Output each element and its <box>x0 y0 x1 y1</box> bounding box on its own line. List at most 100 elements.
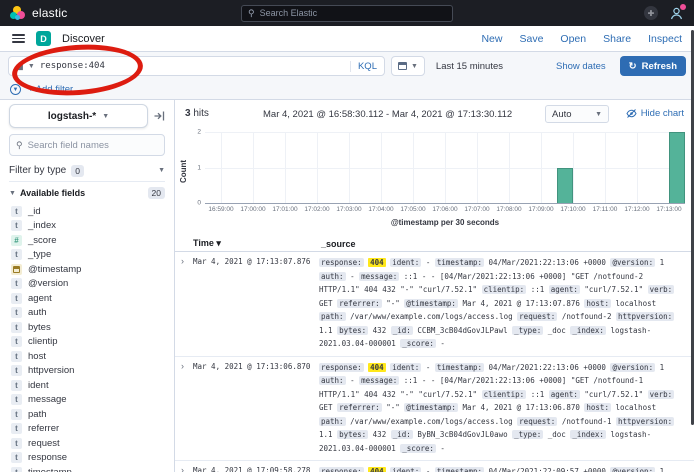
field-item-request[interactable]: trequest <box>9 436 165 451</box>
source-value: - <box>350 376 355 385</box>
source-field-badge: agent: <box>549 390 580 399</box>
collapse-sidebar-icon[interactable] <box>153 110 165 122</box>
field-item-agent[interactable]: tagent <box>9 291 165 306</box>
x-tick-label: 17:00:00 <box>240 206 265 213</box>
field-item-auth[interactable]: tauth <box>9 306 165 321</box>
field-search-box[interactable]: ⚲ <box>9 134 165 156</box>
string-field-icon: t <box>11 206 22 217</box>
nav-action-open[interactable]: Open <box>560 33 586 45</box>
user-avatar[interactable] <box>669 6 684 21</box>
breadcrumb: Discover <box>62 33 105 45</box>
source-field-badge: ident: <box>390 467 421 472</box>
source-value: localhost <box>615 299 656 308</box>
row-source: response: 404 ident: - timestamp: 04/Mar… <box>319 361 686 456</box>
source-value: localhost <box>615 403 656 412</box>
x-tick-label: 17:03:00 <box>336 206 361 213</box>
time-range-label[interactable]: Last 15 minutes <box>431 61 508 72</box>
field-item-message[interactable]: tmessage <box>9 393 165 408</box>
row-expand-icon[interactable]: › <box>181 256 193 351</box>
source-field-badge: path: <box>319 417 346 426</box>
source-value: - <box>440 339 445 348</box>
y-tick-label: 1 <box>197 164 201 171</box>
chevron-down-icon[interactable]: ▼ <box>28 63 35 70</box>
field-name: response <box>28 452 67 463</box>
header-actions: ✛ <box>644 6 684 21</box>
search-icon: ⚲ <box>248 9 255 18</box>
saved-query-icon[interactable]: ◢ <box>16 61 23 72</box>
source-field-badge: _type: <box>512 326 543 335</box>
field-item-bytes[interactable]: tbytes <box>9 320 165 335</box>
gridline-horizontal <box>205 132 685 133</box>
field-item-path[interactable]: tpath <box>9 407 165 422</box>
field-item-httpversion[interactable]: thttpversion <box>9 364 165 379</box>
query-input-box[interactable]: ◢ ▼ KQL <box>8 56 385 76</box>
interval-select[interactable]: Auto ▼ <box>545 105 609 123</box>
elastic-logo-icon[interactable] <box>10 6 25 21</box>
available-fields-header[interactable]: ▼ Available fields 20 <box>9 187 165 199</box>
field-search-input[interactable] <box>28 140 160 151</box>
source-value: Mar 4, 2021 @ 17:13:07.876 <box>462 299 579 308</box>
filter-bar: ▼ + Add filter <box>0 80 694 100</box>
row-expand-icon[interactable]: › <box>181 465 193 472</box>
x-tick-label: 17:09:00 <box>528 206 553 213</box>
field-item-clientip[interactable]: tclientip <box>9 335 165 350</box>
field-item-_type[interactable]: t_type <box>9 248 165 263</box>
field-item-host[interactable]: thost <box>9 349 165 364</box>
column-header-time[interactable]: Time ▾ <box>193 238 311 249</box>
refresh-button[interactable]: ↻ Refresh <box>620 56 686 76</box>
help-icon[interactable]: ✛ <box>644 6 658 20</box>
source-field-badge: _index: <box>570 430 606 439</box>
source-field-badge: @timestamp: <box>404 403 458 412</box>
field-item-_score[interactable]: #_score <box>9 233 165 248</box>
menu-icon[interactable] <box>12 34 25 43</box>
hide-chart-link[interactable]: Hide chart <box>626 108 684 119</box>
show-dates-link[interactable]: Show dates <box>556 61 606 72</box>
nav-action-share[interactable]: Share <box>603 33 631 45</box>
histogram-bar[interactable] <box>557 168 573 204</box>
field-item-referrer[interactable]: treferrer <box>9 422 165 437</box>
x-tick-label: 17:10:00 <box>560 206 585 213</box>
field-item-response[interactable]: tresponse <box>9 451 165 466</box>
global-search-input[interactable] <box>260 8 446 18</box>
source-field-badge: response: <box>319 467 364 472</box>
nav-action-new[interactable]: New <box>481 33 502 45</box>
field-item-timestamp[interactable]: @timestamp <box>9 262 165 277</box>
table-row: ›Mar 4, 2021 @ 17:13:07.876response: 404… <box>175 252 694 357</box>
documents-table: Time ▾ _source › Mar 4, 2021 @ 17:13:07.8… <box>175 236 694 472</box>
source-value: 1.1 <box>319 430 333 439</box>
string-field-icon: t <box>11 336 22 347</box>
source-field-badge: _index: <box>570 326 606 335</box>
row-time: Mar 4, 2021 @ 17:13:06.870 <box>193 361 311 456</box>
source-field-badge: httpversion: <box>616 417 674 426</box>
source-field-badge: bytes: <box>337 326 368 335</box>
x-axis-title: @timestamp per 30 seconds <box>205 218 685 227</box>
row-expand-icon[interactable]: › <box>181 361 193 456</box>
global-search[interactable]: ⚲ <box>241 5 453 22</box>
date-picker-button[interactable]: ▼ <box>391 56 425 76</box>
column-header-source[interactable]: _source <box>321 239 356 249</box>
field-item-_id[interactable]: t_id <box>9 204 165 219</box>
filter-by-type-row[interactable]: Filter by type 0 ▼ <box>9 160 165 182</box>
source-field-badge: clientip: <box>482 390 527 399</box>
field-item-_index[interactable]: t_index <box>9 219 165 234</box>
x-tick-label: 17:04:00 <box>368 206 393 213</box>
filter-options-icon[interactable]: ▼ <box>10 84 21 95</box>
source-value: 1 <box>660 467 665 472</box>
index-pattern-row: logstash-* ▼ <box>9 104 165 128</box>
nav-action-inspect[interactable]: Inspect <box>648 33 682 45</box>
kql-toggle[interactable]: KQL <box>350 61 377 72</box>
add-filter-link[interactable]: + Add filter <box>28 84 73 95</box>
source-field-badge: response: <box>319 363 364 372</box>
index-pattern-select[interactable]: logstash-* ▼ <box>9 104 148 128</box>
chart-plot[interactable]: 16:59:0017:00:0017:01:0017:02:0017:03:00… <box>205 132 685 204</box>
source-field-badge: referrer: <box>337 299 382 308</box>
field-item-ident[interactable]: tident <box>9 378 165 393</box>
histogram-bar[interactable] <box>669 132 685 203</box>
hide-chart-label: Hide chart <box>641 108 684 119</box>
source-value: /var/www/example.com/logs/access.log <box>350 417 513 426</box>
field-item-version[interactable]: t@version <box>9 277 165 292</box>
nav-action-save[interactable]: Save <box>519 33 543 45</box>
search-icon: ⚲ <box>16 140 23 151</box>
query-input[interactable] <box>40 61 345 71</box>
field-item-timestamp[interactable]: ttimestamp <box>9 465 165 472</box>
